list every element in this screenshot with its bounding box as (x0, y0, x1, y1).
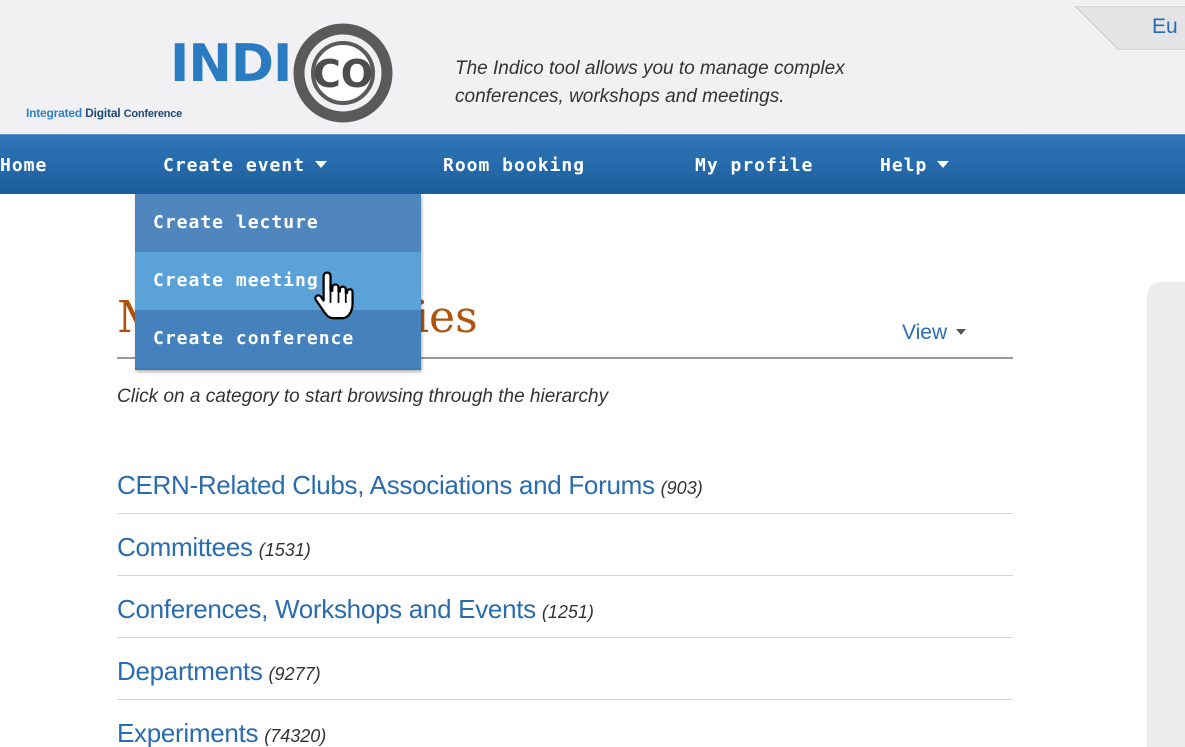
view-menu-label: View (902, 321, 948, 344)
side-panel (1147, 282, 1185, 747)
nav-room-booking[interactable]: Room booking (443, 155, 585, 176)
hand-pointer-icon (314, 271, 354, 320)
nav-my-profile[interactable]: My profile (695, 155, 813, 176)
category-count: (9277) (268, 664, 321, 684)
menu-create-conference[interactable]: Create conference (135, 310, 421, 368)
main-nav-bar: Home Create event Room booking My profil… (0, 134, 1185, 194)
view-menu[interactable]: View (902, 321, 967, 345)
caret-down-icon (937, 160, 950, 168)
category-link[interactable]: Experiments (117, 718, 259, 747)
category-row[interactable]: Departments (9277) (117, 638, 1013, 700)
category-row[interactable]: Conferences, Workshops and Events (1251) (117, 576, 1013, 638)
caret-down-icon (956, 329, 967, 336)
category-row[interactable]: Experiments (74320) (117, 700, 1013, 747)
logo-co-emblem: CO (293, 23, 393, 123)
logo-text: INDI (170, 34, 292, 94)
logo-sub-conference: Conference (123, 108, 183, 120)
category-link[interactable]: CERN-Related Clubs, Associations and For… (117, 470, 655, 500)
language-selector[interactable]: Eu (1152, 15, 1178, 39)
logo-subtitle: Integrated Digital Conference (26, 106, 182, 120)
indico-logo[interactable]: INDI CO Integrated Digital Conference (0, 0, 420, 134)
logo-co-text: CO (313, 52, 373, 96)
menu-create-lecture[interactable]: Create lecture (135, 194, 421, 252)
nav-create-event-label: Create event (163, 155, 306, 176)
category-count: (1531) (258, 540, 311, 560)
category-link[interactable]: Conferences, Workshops and Events (117, 594, 536, 624)
category-row[interactable]: CERN-Related Clubs, Associations and For… (117, 452, 1013, 514)
category-count: (903) (660, 478, 703, 498)
category-row[interactable]: Committees (1531) (117, 514, 1013, 576)
nav-create-event[interactable]: Create event (163, 155, 328, 176)
tagline-line1: The Indico tool allows you to manage com… (455, 58, 845, 79)
nav-help[interactable]: Help (880, 155, 950, 176)
nav-home[interactable]: Home (0, 155, 47, 176)
create-event-dropdown: Create lecture Create meeting Create con… (135, 194, 421, 370)
nav-help-label: Help (880, 155, 928, 176)
site-header: INDI CO Integrated Digital Conference Th… (0, 0, 1185, 134)
category-list: CERN-Related Clubs, Associations and For… (117, 452, 1013, 747)
category-link[interactable]: Committees (117, 532, 253, 562)
menu-create-meeting[interactable]: Create meeting (135, 252, 421, 310)
tagline: The Indico tool allows you to manage com… (455, 55, 995, 111)
category-count: (74320) (264, 726, 327, 746)
category-count: (1251) (541, 602, 594, 622)
browse-hint: Click on a category to start browsing th… (117, 386, 609, 407)
caret-down-icon (315, 160, 328, 168)
tagline-line2: conferences, workshops and meetings. (455, 86, 785, 107)
category-link[interactable]: Departments (117, 656, 263, 686)
logo-sub-digital: Digital (85, 106, 121, 120)
logo-sub-integrated: Integrated (26, 106, 83, 120)
